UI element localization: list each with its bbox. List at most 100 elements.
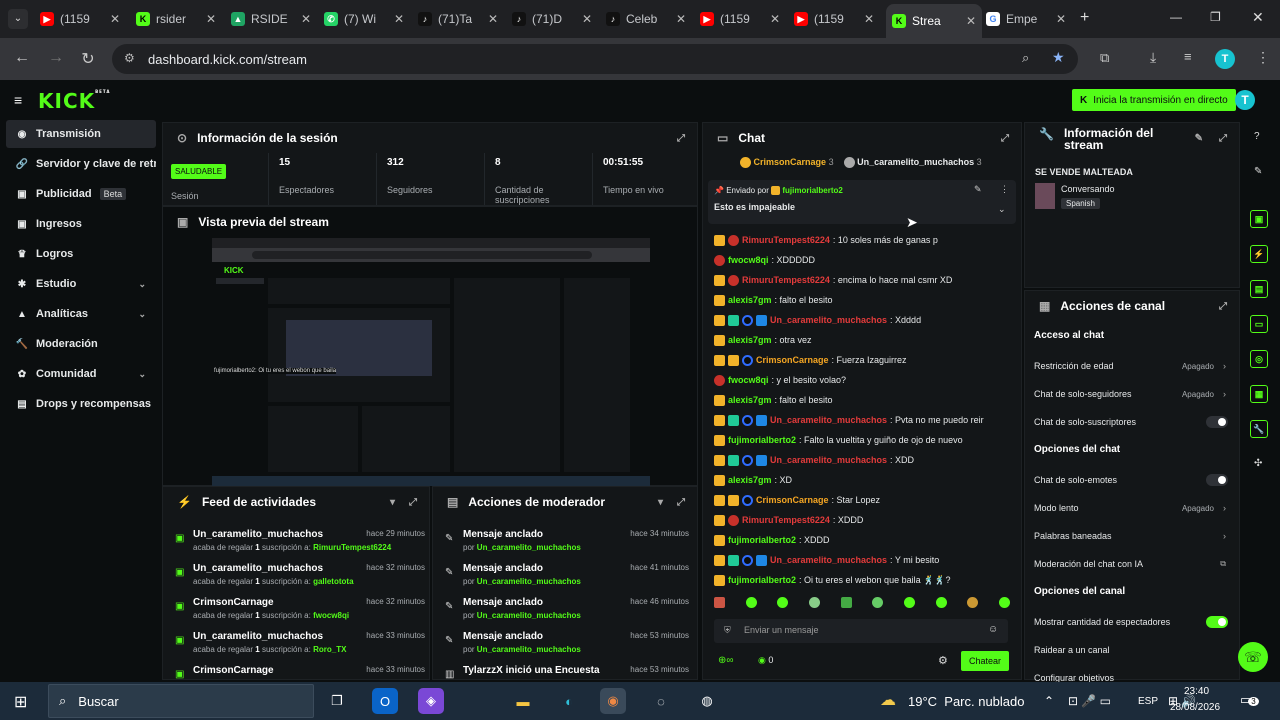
tray-chevron-icon[interactable]: ⌃ bbox=[1044, 694, 1054, 708]
emote-icon[interactable] bbox=[840, 597, 852, 608]
browser-tab[interactable]: ✆ (7) Wi ✕ bbox=[318, 6, 410, 32]
emote-icon[interactable] bbox=[777, 597, 789, 608]
activity-row[interactable]: ▣ Un_caramelito_muchachos acaba de regalar… bbox=[175, 529, 425, 561]
close-tab-icon[interactable]: ✕ bbox=[206, 12, 216, 26]
browser-tab[interactable]: G Empe ✕ bbox=[980, 6, 1072, 32]
emoji-icon[interactable]: ☺ bbox=[988, 624, 998, 635]
browser-tab[interactable]: ♪ (71)Ta ✕ bbox=[412, 6, 504, 32]
browser-tab[interactable]: ▶ (1159 ✕ bbox=[694, 6, 786, 32]
emote-icon[interactable] bbox=[903, 597, 915, 608]
channel-setting-row[interactable]: Modo lento Apagado › bbox=[1034, 498, 1228, 518]
stream-preview-video[interactable]: KICK fujimorialberto2: Oi tu eres el web… bbox=[212, 238, 650, 486]
channel-setting-row[interactable]: Chat de solo-emotes bbox=[1034, 470, 1228, 490]
taskbar-search[interactable]: ⌕ Buscar bbox=[48, 684, 314, 718]
chat-icon[interactable]: ▭ bbox=[1250, 315, 1268, 333]
close-tab-icon[interactable]: ✕ bbox=[394, 12, 404, 26]
close-tab-icon[interactable]: ✕ bbox=[488, 12, 498, 26]
chat-message[interactable]: RimuruTempest6224: encima lo hace mal cs… bbox=[714, 271, 952, 289]
tab-search-button[interactable]: ⌄ bbox=[8, 9, 28, 29]
chat-username[interactable]: Un_caramelito_muchachos bbox=[770, 315, 887, 325]
channel-icon[interactable]: ▦ bbox=[1250, 385, 1268, 403]
edge-icon[interactable]: ◐ bbox=[556, 688, 582, 714]
chat-message[interactable]: alexis7gm: falto el besito bbox=[714, 391, 833, 409]
chat-message[interactable]: Un_caramelito_muchachos: Pvta no me pued… bbox=[714, 411, 984, 429]
close-tab-icon[interactable]: ✕ bbox=[1056, 12, 1066, 26]
sidebar-item-drops-y-recompensas[interactable]: ▤ Drops y recompensas bbox=[6, 390, 156, 418]
expand-icon[interactable]: ⤢ bbox=[409, 497, 417, 508]
sidebar-item-logros[interactable]: ♛ Logros bbox=[6, 240, 156, 268]
chat-message[interactable]: fwocw8qi: y el besito volao? bbox=[714, 371, 846, 389]
toggle-switch[interactable] bbox=[1206, 416, 1228, 428]
chat-message[interactable]: alexis7gm: otra vez bbox=[714, 331, 812, 349]
go-live-button[interactable]: K Inicia la transmisión en directo bbox=[1072, 89, 1236, 111]
browser-tab[interactable]: ▶ (1159 ✕ bbox=[788, 6, 880, 32]
copilot-icon[interactable]: ◈ bbox=[418, 688, 444, 714]
kick-logo[interactable]: KICKBETA bbox=[38, 89, 110, 113]
filter-icon[interactable]: ▾ bbox=[658, 497, 663, 508]
send-chat-button[interactable]: Chatear bbox=[961, 651, 1009, 671]
channel-setting-row[interactable]: Moderación del chat con IA ⧉ bbox=[1034, 554, 1228, 574]
chat-message[interactable]: CrimsonCarnage: Star Lopez bbox=[714, 491, 880, 509]
activity-row[interactable]: ▣ Un_caramelito_muchachos acaba de regalar… bbox=[175, 563, 425, 595]
puzzle-icon[interactable]: ✣ bbox=[1254, 458, 1262, 469]
language-indicator[interactable]: ESP bbox=[1138, 696, 1158, 707]
sidebar-item-servidor-y-clave-de-retransmisión[interactable]: 🔗 Servidor y clave de retransmisión bbox=[6, 150, 156, 178]
chat-message[interactable]: fujimorialberto2: XDDD bbox=[714, 531, 830, 549]
chat-username[interactable]: alexis7gm bbox=[728, 475, 772, 485]
expand-icon[interactable]: ⤢ bbox=[677, 497, 685, 508]
channel-setting-row[interactable]: Raidear a un canal bbox=[1034, 640, 1228, 660]
chat-username[interactable]: fujimorialberto2 bbox=[728, 435, 796, 445]
chat-username[interactable]: alexis7gm bbox=[728, 335, 772, 345]
category-name[interactable]: Conversando bbox=[1061, 184, 1115, 194]
chat-username[interactable]: RimuruTempest6224 bbox=[742, 515, 830, 525]
edit-icon[interactable]: ✎ bbox=[1254, 166, 1262, 177]
sidebar-item-transmisión[interactable]: ◉ Transmisión bbox=[6, 120, 156, 148]
chat-message[interactable]: fujimorialberto2: Falto la vueltita y gu… bbox=[714, 431, 963, 449]
expand-icon[interactable]: ⤢ bbox=[1219, 133, 1227, 144]
sidebar-item-estudio[interactable]: ✱ Estudio ⌄ bbox=[6, 270, 156, 298]
chat-username[interactable]: fwocw8qi bbox=[728, 375, 769, 385]
expand-icon[interactable]: ⤢ bbox=[1001, 133, 1009, 144]
close-tab-icon[interactable]: ✕ bbox=[966, 14, 976, 28]
chat-username[interactable]: CrimsonCarnage bbox=[756, 355, 829, 365]
chat-username[interactable]: CrimsonCarnage bbox=[756, 495, 829, 505]
maximize-button[interactable]: ❐ bbox=[1210, 10, 1221, 24]
chat-settings-icon[interactable]: ⚙ bbox=[938, 654, 948, 667]
sidebar-item-analíticas[interactable]: ▲ Analíticas ⌄ bbox=[6, 300, 156, 328]
expand-icon[interactable]: ⤢ bbox=[1219, 301, 1227, 312]
chat-username[interactable]: alexis7gm bbox=[728, 295, 772, 305]
extensions-icon[interactable]: ⧉ bbox=[1100, 50, 1109, 66]
profile-avatar[interactable]: T bbox=[1215, 49, 1235, 69]
channel-setting-row[interactable]: Chat de solo-suscriptores bbox=[1034, 412, 1228, 432]
chrome-icon[interactable]: ◉ bbox=[600, 688, 626, 714]
chat-message[interactable]: Un_caramelito_muchachos: Y mi besito bbox=[714, 551, 939, 569]
mod-action-row[interactable]: ▥ TylarzzX inició una Encuesta hace 53 min… bbox=[445, 665, 689, 679]
chevron-down-icon[interactable]: ⌄ bbox=[138, 369, 146, 380]
browser-menu-icon[interactable]: ⋮ bbox=[1256, 49, 1270, 66]
mod-action-row[interactable]: ✎ Mensaje anclado por Un_caramelito_muchac… bbox=[445, 529, 689, 561]
chat-message[interactable]: Un_caramelito_muchachos: Xdddd bbox=[714, 311, 921, 329]
help-icon[interactable]: ? bbox=[1254, 131, 1260, 142]
clock-date[interactable]: 28/08/2026 bbox=[1170, 702, 1220, 713]
top-gifter[interactable]: CrimsonCarnage 3 bbox=[740, 157, 834, 169]
points-display[interactable]: ◉ 0 bbox=[758, 655, 773, 666]
emote-icon[interactable] bbox=[967, 597, 979, 608]
app-icon[interactable]: ◍ bbox=[694, 688, 720, 714]
chat-message[interactable]: alexis7gm: falto el besito bbox=[714, 291, 833, 309]
mod-action-row[interactable]: ✎ Mensaje anclado por Un_caramelito_muchac… bbox=[445, 597, 689, 629]
mod-action-row[interactable]: ✎ Mensaje anclado por Un_caramelito_muchac… bbox=[445, 563, 689, 595]
weather-text[interactable]: 19°C Parc. nublado bbox=[908, 694, 1025, 709]
close-window-button[interactable]: ✕ bbox=[1252, 9, 1264, 26]
list-icon[interactable]: ▤ bbox=[1250, 280, 1268, 298]
dashboard-icon[interactable]: ▣ bbox=[1250, 210, 1268, 228]
emote-icon[interactable] bbox=[714, 597, 725, 608]
activity-row[interactable]: ▣ CrimsonCarnage acaba de regalar 1 suscri… bbox=[175, 597, 425, 629]
browser-tab[interactable]: ▲ RSIDE ✕ bbox=[225, 6, 317, 32]
channel-setting-row[interactable]: Palabras baneadas › bbox=[1034, 526, 1228, 546]
chat-message[interactable]: fujimorialberto2: Oi tu eres el webon qu… bbox=[714, 571, 951, 589]
outlook-icon[interactable]: O bbox=[372, 688, 398, 714]
chat-message[interactable]: CrimsonCarnage: Fuerza Izaguirrez bbox=[714, 351, 907, 369]
task-view-icon[interactable]: ❐ bbox=[324, 688, 350, 714]
chat-message[interactable]: RimuruTempest6224: 10 soles más de ganas… bbox=[714, 231, 938, 249]
download-icon[interactable]: ⤓ bbox=[1150, 49, 1156, 66]
